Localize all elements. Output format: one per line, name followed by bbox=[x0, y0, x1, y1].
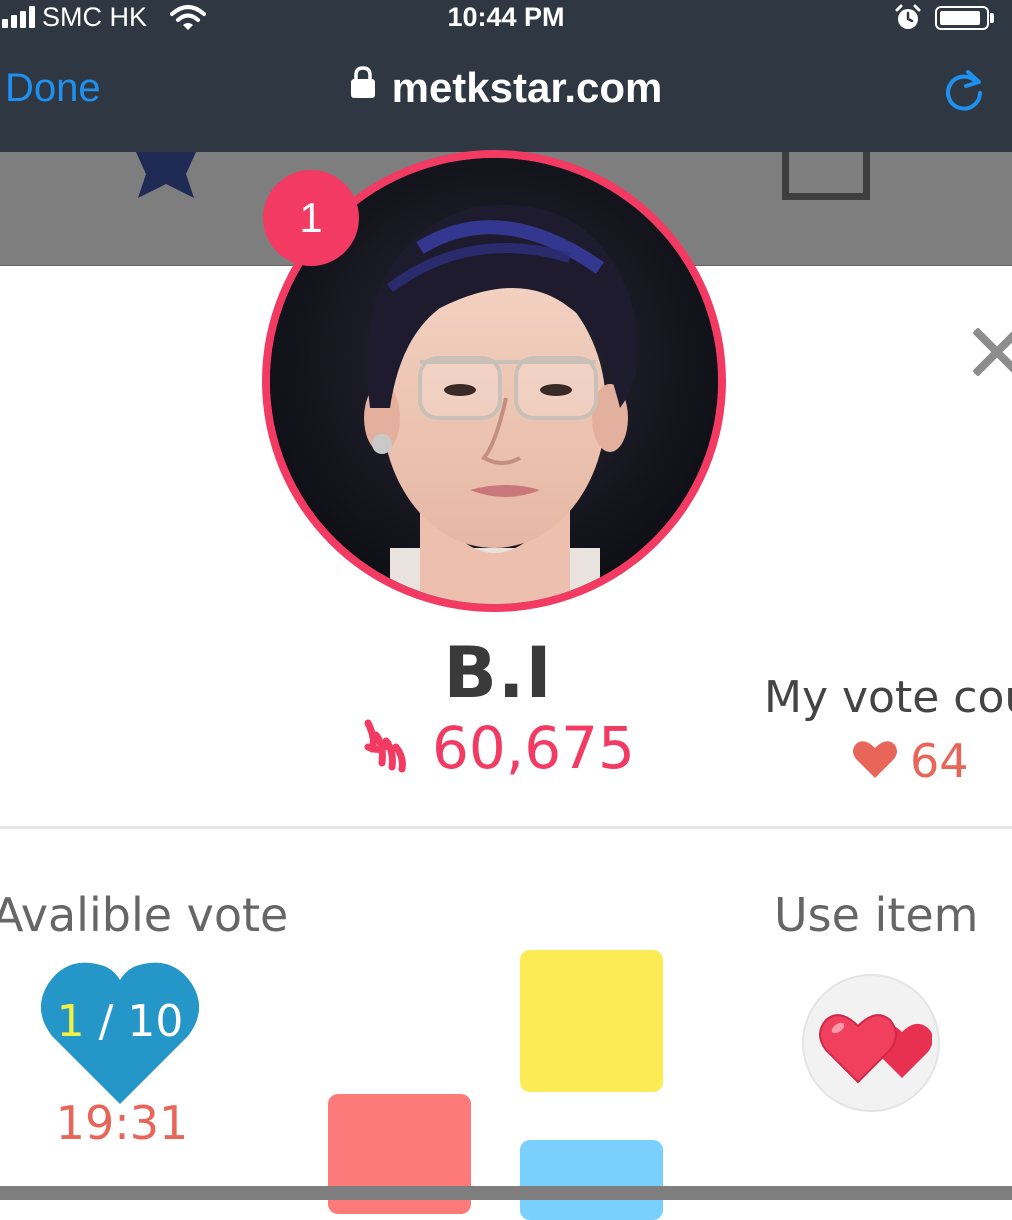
battery-icon bbox=[935, 6, 989, 30]
box-icon bbox=[782, 152, 870, 200]
browser-bar: SMC HK 10:44 PM Done metkstar.com bbox=[0, 0, 1012, 152]
bottom-strip bbox=[0, 1186, 1012, 1200]
available-vote-current: 1 bbox=[56, 996, 85, 1047]
url-text: metkstar.com bbox=[391, 64, 663, 111]
yellow-tile[interactable] bbox=[520, 950, 663, 1092]
close-icon[interactable] bbox=[966, 322, 1012, 382]
reload-icon[interactable] bbox=[942, 66, 986, 118]
available-vote-separator: / bbox=[98, 996, 114, 1047]
my-vote-value: 64 bbox=[910, 734, 969, 788]
heart-icon bbox=[852, 739, 898, 783]
use-item-button[interactable] bbox=[802, 974, 940, 1112]
available-vote-label: Avalible vote bbox=[0, 888, 289, 942]
status-bar: SMC HK 10:44 PM bbox=[0, 0, 1012, 38]
total-votes-value: 60,675 bbox=[432, 714, 635, 782]
finger-heart-icon bbox=[362, 719, 412, 777]
star-icon bbox=[124, 152, 208, 204]
vote-timer: 19:31 bbox=[55, 1096, 189, 1150]
status-time: 10:44 PM bbox=[447, 2, 565, 32]
available-vote-max: 10 bbox=[127, 996, 184, 1047]
total-votes: 60,675 bbox=[362, 712, 635, 784]
blue-tile[interactable] bbox=[520, 1140, 663, 1220]
use-item-label: Use item bbox=[774, 888, 979, 942]
my-vote-label: My vote cou bbox=[764, 672, 1012, 723]
rank-badge: 1 bbox=[263, 170, 359, 266]
divider bbox=[0, 826, 1012, 829]
alarm-clock-icon bbox=[894, 4, 922, 37]
address-bar[interactable]: metkstar.com bbox=[0, 64, 1012, 112]
lock-icon bbox=[350, 65, 376, 103]
battery-tip bbox=[990, 13, 994, 23]
my-vote-count: 64 bbox=[852, 734, 969, 788]
available-vote-count: 1 / 10 bbox=[38, 996, 202, 1047]
